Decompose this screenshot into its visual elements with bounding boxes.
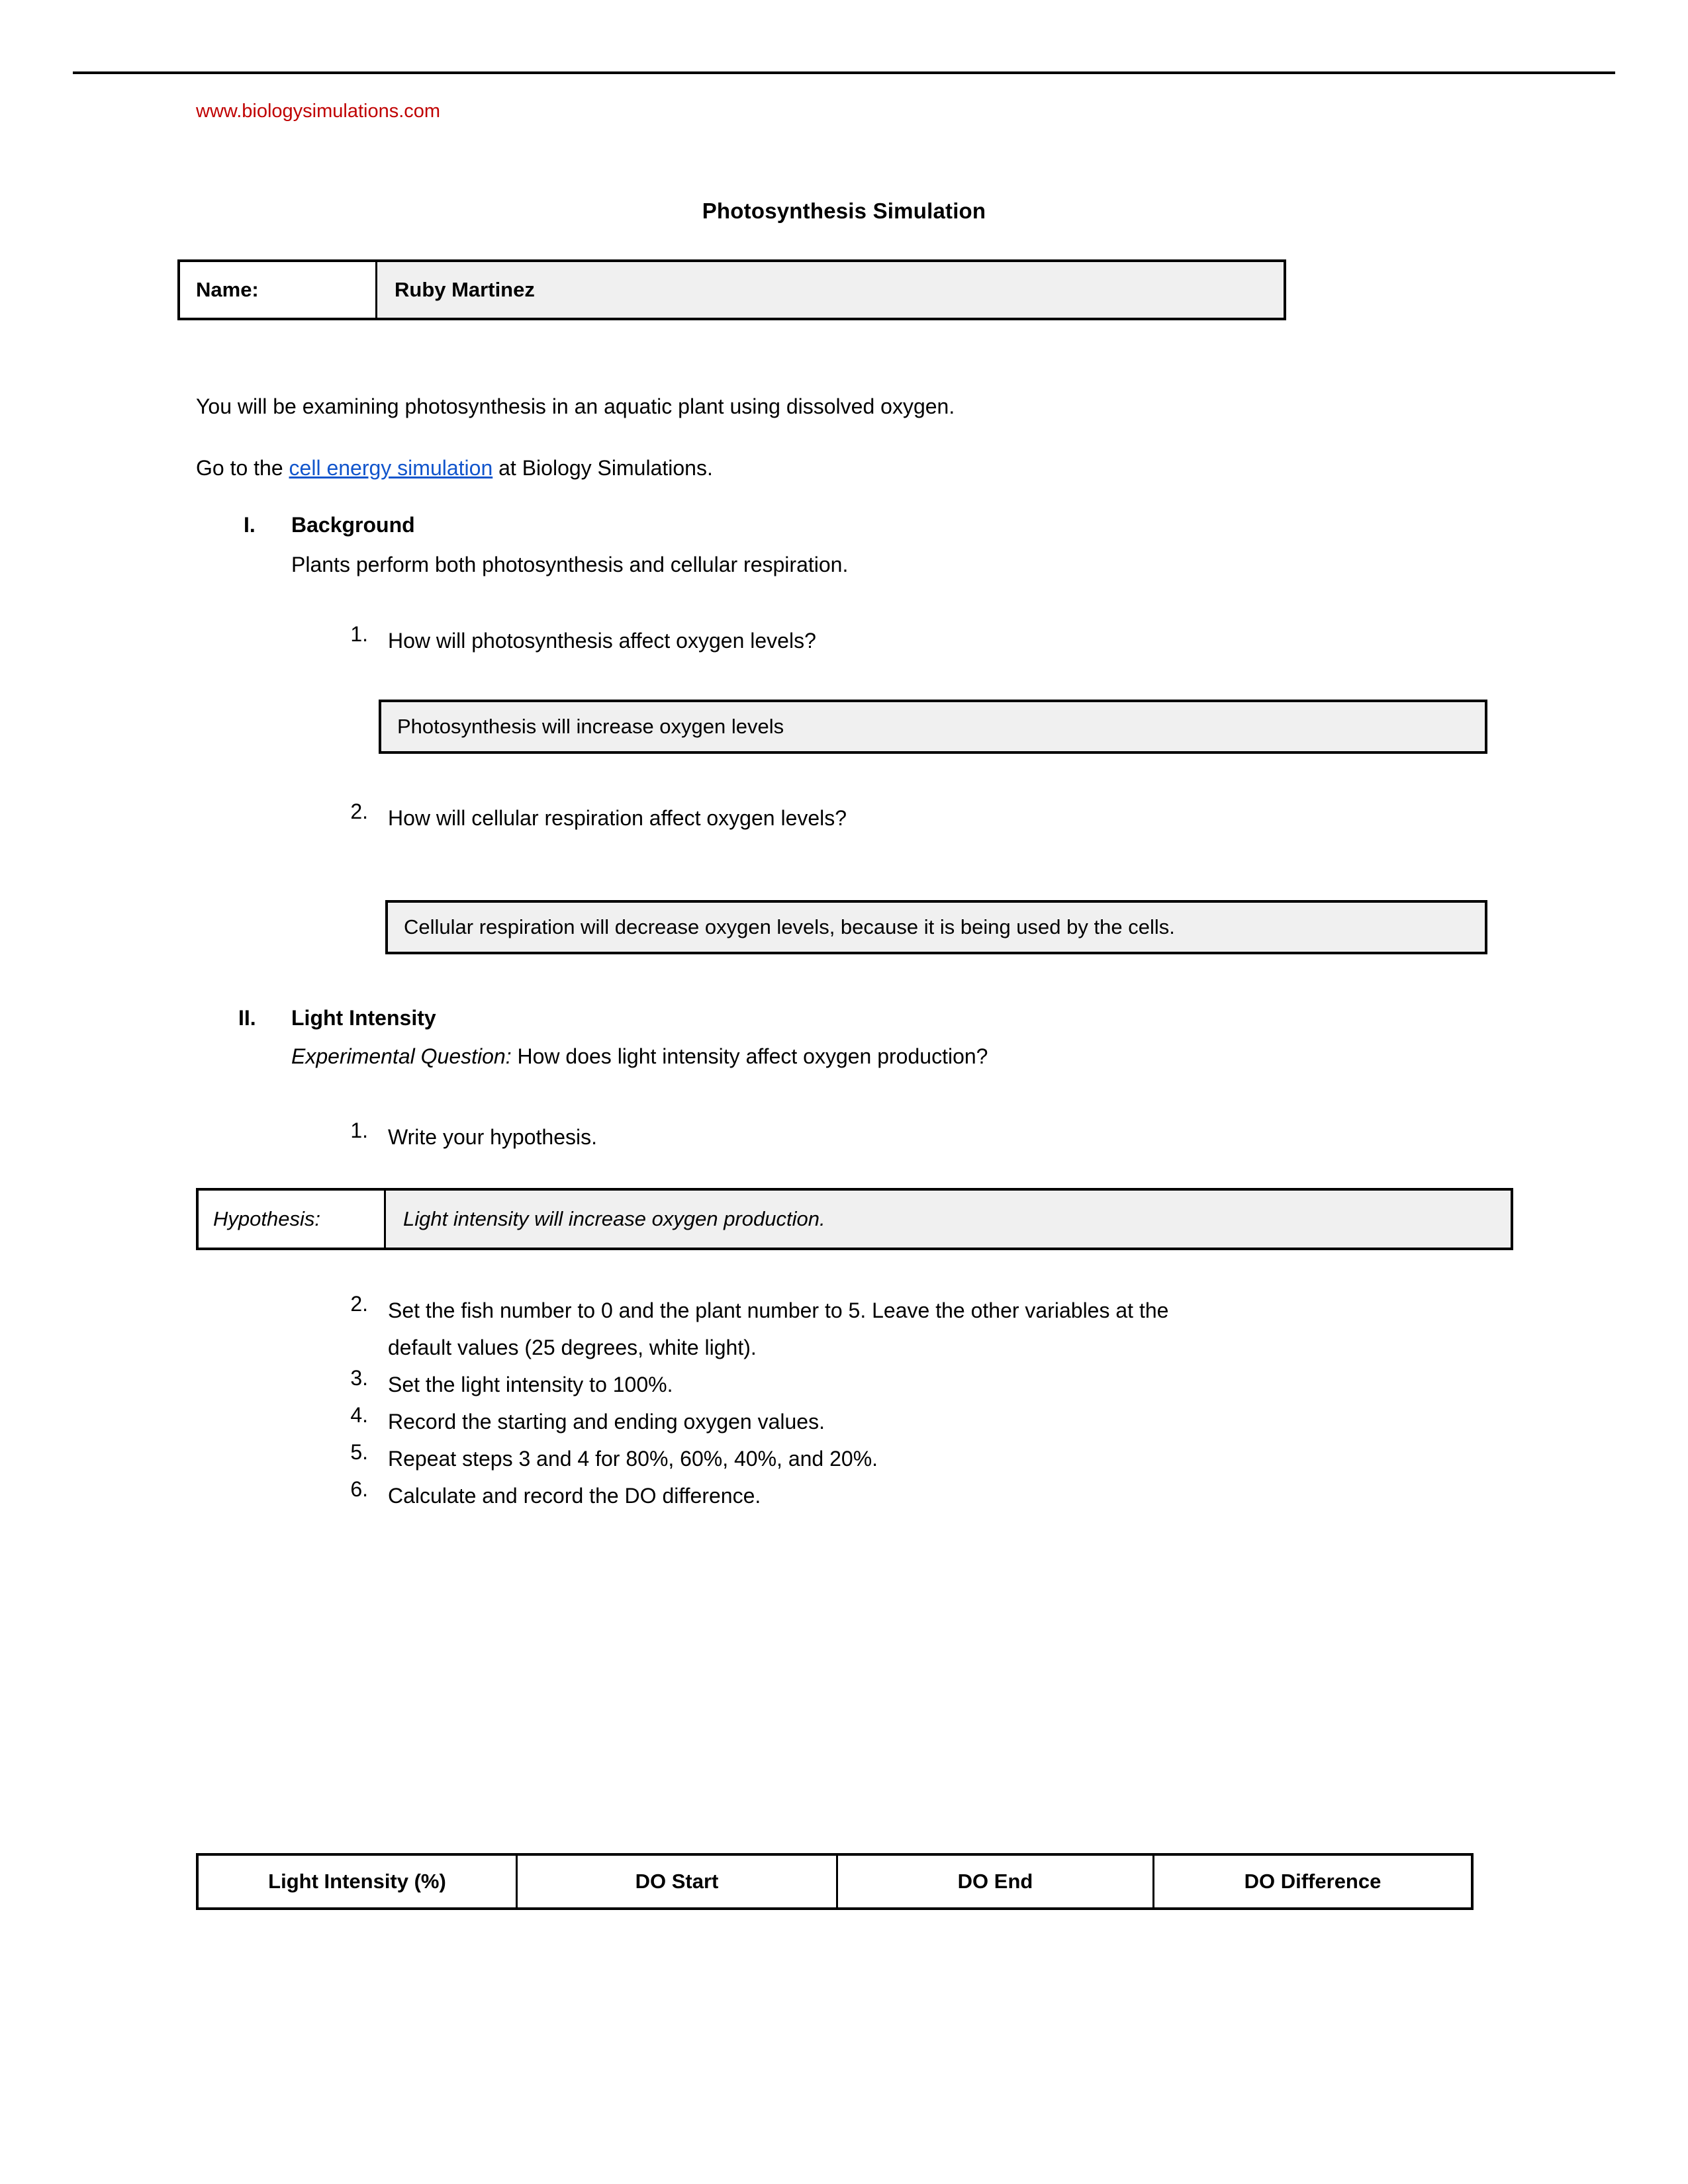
intro-text-after: at Biology Simulations. [492,456,713,480]
page-title: Photosynthesis Simulation [702,199,986,223]
step-1-number: 1. [350,1118,368,1142]
section-ii-experimental-question: Experimental Question: How does light in… [291,1044,988,1069]
step-2-text-line-1: Set the fish number to 0 and the plant n… [388,1298,1169,1322]
name-label: Name: [180,262,377,318]
step-2-number: 2. [350,1292,368,1316]
site-url-text: www.biologysimulations.com [196,101,441,122]
step-5-number: 5. [350,1440,368,1464]
name-value-field[interactable]: Ruby Martinez [377,262,1284,318]
step-1-text: Write your hypothesis. [388,1125,597,1149]
name-table: Name: Ruby Martinez [177,259,1286,320]
intro-paragraph-1: You will be examining photosynthesis in … [196,394,955,418]
document-page: www.biologysimulations.com Photosynthesi… [0,0,1688,2184]
question-2-number: 2. [350,799,368,823]
hypothesis-table: Hypothesis: Light intensity will increas… [196,1188,1513,1250]
question-2-text: How will cellular respiration affect oxy… [388,806,847,830]
light-intensity-data-table: Light Intensity (%) DO Start DO End DO D… [196,1853,1474,1910]
step-4-number: 4. [350,1403,368,1427]
intro-paragraph-2: Go to the cell energy simulation at Biol… [196,453,713,482]
step-4-text: Record the starting and ending oxygen va… [388,1410,825,1433]
section-ii-title: Light Intensity [291,1006,436,1030]
question-2-answer-box[interactable]: Cellular respiration will decrease oxyge… [385,900,1487,954]
step-3-number: 3. [350,1366,368,1390]
step-6-number: 6. [350,1477,368,1501]
experimental-question-label: Experimental Question: [291,1044,512,1068]
table-header-light-intensity: Light Intensity (%) [199,1856,518,1907]
step-2-text-line-2: default values (25 degrees, white light)… [388,1336,757,1359]
section-ii-numeral: II. [238,1006,256,1030]
table-header-do-start: DO Start [518,1856,838,1907]
experimental-question-text: How does light intensity affect oxygen p… [511,1044,988,1068]
cell-energy-simulation-link[interactable]: cell energy simulation [289,456,493,480]
question-1-number: 1. [350,622,368,646]
step-3-text: Set the light intensity to 100%. [388,1373,673,1396]
step-6-text: Calculate and record the DO difference. [388,1484,761,1508]
section-i-title: Background [291,513,415,537]
hypothesis-label: Hypothesis: [199,1191,386,1248]
table-header-do-end: DO End [838,1856,1154,1907]
hypothesis-value-field[interactable]: Light intensity will increase oxygen pro… [386,1191,1511,1248]
step-5-text: Repeat steps 3 and 4 for 80%, 60%, 40%, … [388,1447,878,1471]
section-i-numeral: I. [244,513,256,537]
intro-text-before: Go to the [196,456,289,480]
section-i-description: Plants perform both photosynthesis and c… [291,553,849,576]
table-header-do-difference: DO Difference [1154,1856,1471,1907]
question-1-answer-box[interactable]: Photosynthesis will increase oxygen leve… [379,700,1487,754]
question-1-text: How will photosynthesis affect oxygen le… [388,629,816,653]
header-divider [73,71,1615,74]
